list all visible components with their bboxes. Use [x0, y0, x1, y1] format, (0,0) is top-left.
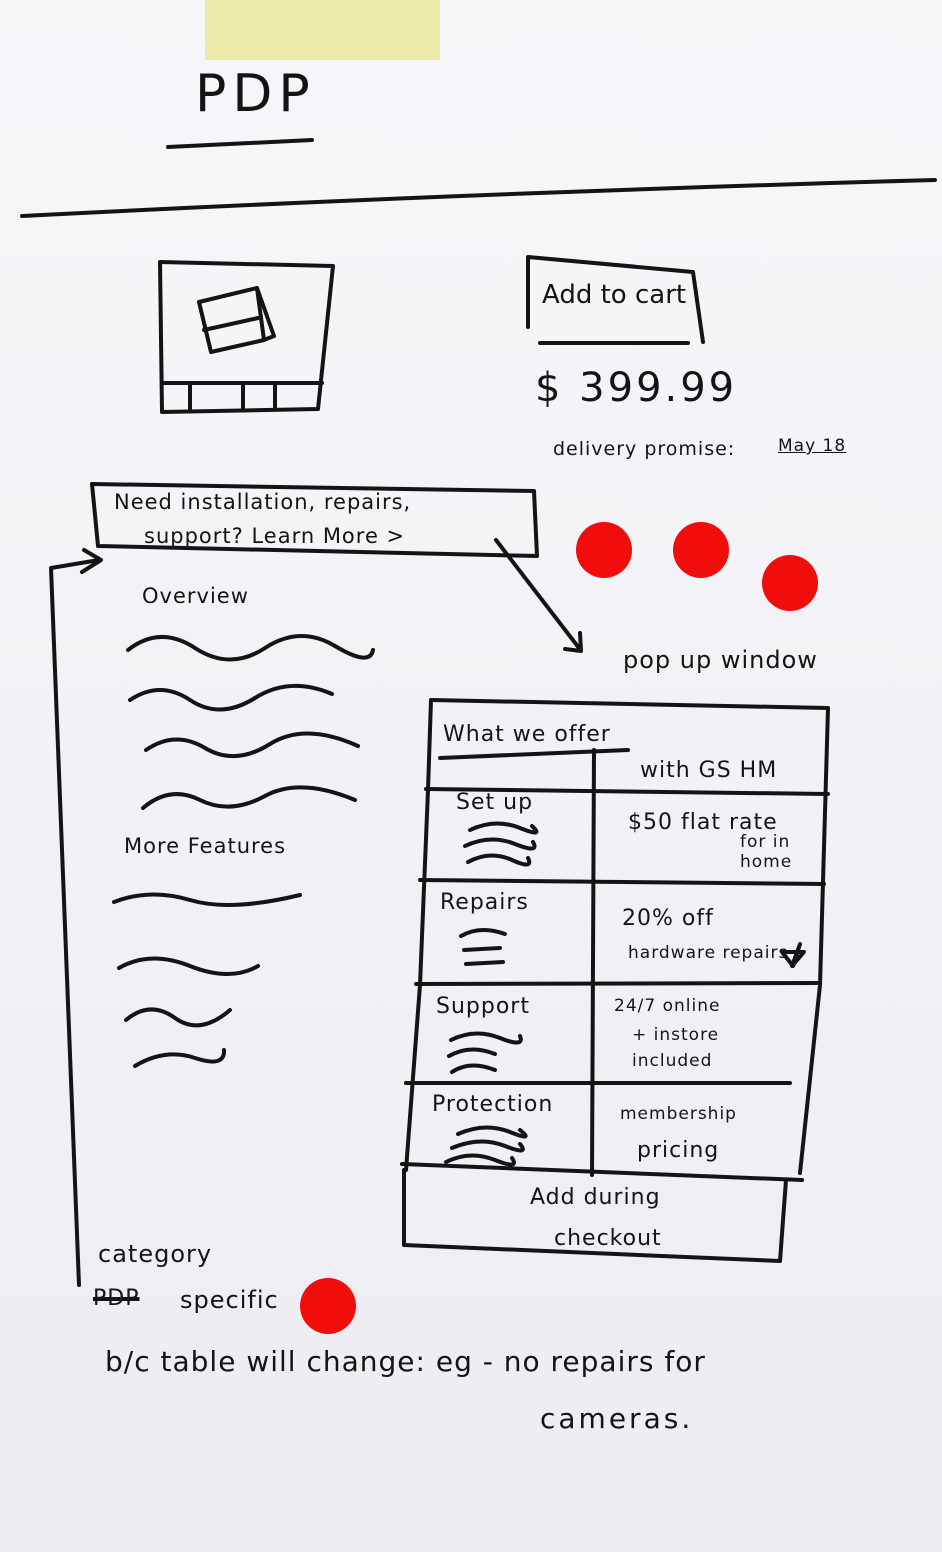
more-features-text-lines — [112, 892, 302, 1068]
header-divider — [20, 178, 937, 218]
service-name: Support — [436, 994, 530, 1019]
service-name: Set up — [456, 790, 534, 815]
services-banner-line1[interactable]: Need installation, repairs, — [114, 490, 411, 514]
vote-dot — [300, 1278, 356, 1334]
popup-table-lines — [400, 698, 830, 1263]
product-image-placeholder — [158, 260, 335, 414]
vote-dot — [673, 522, 729, 578]
note-struck-word: PDP — [93, 1286, 140, 1311]
service-value: 24/7 online — [614, 996, 721, 1016]
sketch-strokes — [20, 138, 937, 1287]
service-value-note: hardware repairs — [628, 943, 789, 963]
product-price: $ 399.99 — [535, 365, 738, 411]
note-explanation-end: cameras. — [540, 1402, 694, 1435]
popup-heading: What we offer — [443, 722, 611, 747]
add-to-cart-button[interactable]: Add to cart — [542, 280, 686, 310]
service-value: membership — [620, 1104, 737, 1124]
services-banner-learn-more[interactable]: support? Learn More > — [144, 524, 405, 548]
note-category: category — [98, 1240, 213, 1268]
scope-bracket — [49, 558, 101, 1287]
service-name: Protection — [432, 1092, 554, 1117]
add-during-checkout[interactable]: Add during — [530, 1185, 661, 1210]
title-underline — [166, 138, 314, 149]
service-value-note: for in home — [740, 832, 793, 872]
more-features-heading: More Features — [124, 834, 287, 858]
page-title: PDP — [195, 64, 316, 124]
overview-heading: Overview — [142, 584, 249, 608]
service-value: 20% off — [622, 906, 714, 931]
vote-dot — [576, 522, 632, 578]
popup-column-heading: with GS HM — [640, 758, 778, 783]
note-explanation: b/c table will change: eg - no repairs f… — [105, 1345, 706, 1378]
vote-dot — [762, 555, 818, 611]
service-value-note: pricing — [637, 1138, 720, 1163]
overview-text-lines — [126, 634, 375, 810]
delivery-promise-label: delivery promise: — [553, 438, 736, 460]
popup-label: pop up window — [623, 646, 818, 674]
service-name: Repairs — [440, 890, 529, 915]
add-during-checkout-line2[interactable]: checkout — [554, 1226, 662, 1251]
note-specific: specific — [180, 1286, 279, 1314]
delivery-promise-date[interactable]: May 18 — [778, 436, 846, 456]
service-value-note: + instore included — [632, 1025, 720, 1071]
